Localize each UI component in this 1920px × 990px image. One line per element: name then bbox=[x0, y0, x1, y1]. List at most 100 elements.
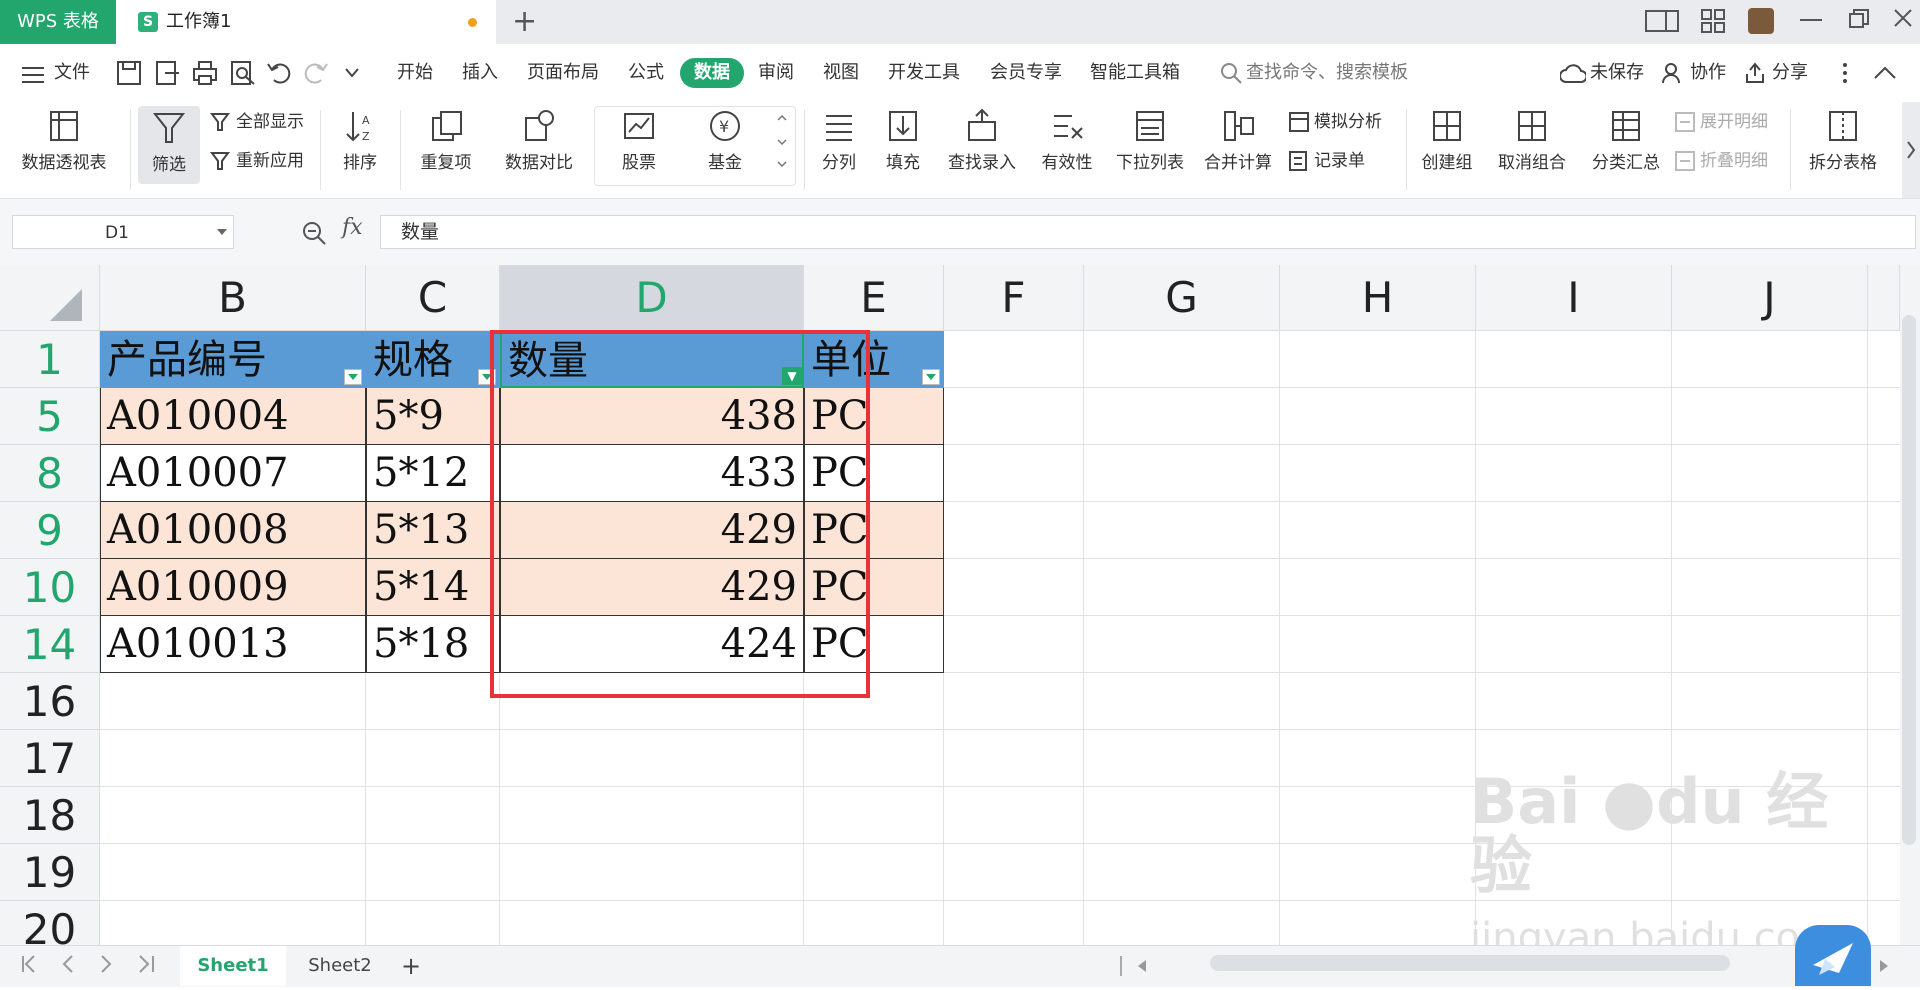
table-cell[interactable]: 5*14 bbox=[366, 559, 500, 616]
table-cell[interactable]: A010004 bbox=[100, 388, 366, 445]
filter-dropdown-icon[interactable] bbox=[344, 369, 362, 385]
row-header[interactable]: 10 bbox=[0, 559, 100, 616]
menu-start[interactable]: 开始 bbox=[397, 44, 433, 102]
user-avatar[interactable] bbox=[1748, 8, 1774, 34]
table-cell[interactable]: 5*13 bbox=[366, 502, 500, 559]
row-header[interactable]: 9 bbox=[0, 502, 100, 559]
table-cell[interactable]: A010009 bbox=[100, 559, 366, 616]
floating-assistant-icon[interactable] bbox=[1795, 925, 1871, 986]
funds-button[interactable]: ¥ 基金 bbox=[690, 108, 760, 173]
column-header[interactable] bbox=[1868, 265, 1900, 331]
menu-insert[interactable]: 插入 bbox=[462, 44, 498, 102]
row-header[interactable]: 14 bbox=[0, 616, 100, 673]
document-tab[interactable]: S 工作簿1 bbox=[116, 0, 496, 44]
fx-button[interactable]: fx bbox=[342, 215, 363, 240]
table-cell[interactable]: A010007 bbox=[100, 445, 366, 502]
scroll-split-handle-icon[interactable] bbox=[1118, 956, 1124, 976]
menu-member[interactable]: 会员专享 bbox=[990, 44, 1062, 102]
menu-smart-toolbox[interactable]: 智能工具箱 bbox=[1090, 44, 1180, 102]
menu-view[interactable]: 视图 bbox=[823, 44, 859, 102]
row-header[interactable]: 1 bbox=[0, 331, 100, 388]
grid-apps-icon[interactable] bbox=[1700, 8, 1726, 34]
wps-app-tab[interactable]: WPS 表格 bbox=[0, 0, 116, 44]
record-form-button[interactable]: 记录单 bbox=[1288, 149, 1365, 173]
validity-button[interactable]: 有效性 bbox=[1032, 108, 1102, 173]
split-column-button[interactable]: 分列 bbox=[812, 108, 866, 173]
worksheet-grid[interactable]: B C D E F G H I J 1 5 8 9 10 14 16 17 18… bbox=[0, 265, 1920, 945]
command-search-input[interactable]: 查找命令、搜索模板 bbox=[1246, 44, 1408, 102]
table-cell[interactable]: A010008 bbox=[100, 502, 366, 559]
row-header[interactable]: 19 bbox=[0, 844, 100, 901]
menu-formula[interactable]: 公式 bbox=[628, 44, 664, 102]
column-header[interactable]: F bbox=[944, 265, 1084, 331]
next-sheet-icon[interactable] bbox=[100, 954, 114, 974]
reapply-button[interactable]: 重新应用 bbox=[210, 149, 304, 173]
collaborate-button[interactable]: 协作 bbox=[1690, 44, 1726, 102]
minimize-icon[interactable] bbox=[1800, 18, 1822, 22]
ungroup-button[interactable]: 取消组合 bbox=[1488, 108, 1576, 173]
menu-review[interactable]: 审阅 bbox=[758, 44, 794, 102]
file-menu[interactable]: 文件 bbox=[54, 44, 90, 102]
column-header-selected[interactable]: D bbox=[500, 265, 804, 331]
column-header[interactable]: G bbox=[1084, 265, 1280, 331]
sort-button[interactable]: AZ 排序 bbox=[330, 108, 390, 173]
pivot-table-button[interactable]: 数据透视表 bbox=[16, 108, 112, 173]
row-header[interactable]: 17 bbox=[0, 730, 100, 787]
menu-developer[interactable]: 开发工具 bbox=[888, 44, 960, 102]
expand-detail-button[interactable]: 展开明细 bbox=[1674, 110, 1768, 134]
name-box-dropdown-icon[interactable] bbox=[217, 229, 227, 237]
menu-data[interactable]: 数据 bbox=[680, 58, 744, 88]
column-header[interactable]: B bbox=[100, 265, 366, 331]
filter-dropdown-icon[interactable] bbox=[922, 369, 940, 385]
simulate-analysis-button[interactable]: 模拟分析 bbox=[1288, 110, 1382, 134]
column-header[interactable]: C bbox=[366, 265, 500, 331]
row-header[interactable]: 20 bbox=[0, 901, 100, 945]
sheet-tab[interactable]: Sheet2 bbox=[290, 946, 390, 986]
restore-icon[interactable] bbox=[1848, 8, 1870, 30]
horizontal-scroll-thumb[interactable] bbox=[1210, 955, 1730, 971]
add-sheet-button[interactable]: + bbox=[396, 946, 426, 986]
consolidate-button[interactable]: 合并计算 bbox=[1198, 108, 1278, 173]
table-cell[interactable]: A010013 bbox=[100, 616, 366, 673]
column-header[interactable]: J bbox=[1672, 265, 1868, 331]
collapse-detail-button[interactable]: 折叠明细 bbox=[1674, 149, 1768, 173]
quick-access-dropdown-icon[interactable] bbox=[345, 68, 371, 94]
first-sheet-icon[interactable] bbox=[20, 954, 38, 974]
zoom-formula-icon[interactable] bbox=[302, 221, 326, 245]
lookup-entry-button[interactable]: 查找录入 bbox=[942, 108, 1022, 173]
share-button[interactable]: 分享 bbox=[1772, 44, 1808, 102]
select-all-corner[interactable] bbox=[0, 265, 100, 331]
table-cell[interactable]: 5*12 bbox=[366, 445, 500, 502]
create-group-button[interactable]: 创建组 bbox=[1414, 108, 1480, 173]
save-icon[interactable] bbox=[116, 60, 142, 86]
formula-input[interactable]: 数量 bbox=[380, 215, 1916, 249]
menu-page-layout[interactable]: 页面布局 bbox=[527, 44, 599, 102]
gallery-scroll-icon[interactable] bbox=[776, 112, 788, 172]
new-tab-button[interactable]: + bbox=[512, 4, 537, 40]
last-sheet-icon[interactable] bbox=[138, 954, 156, 974]
table-header-cell[interactable]: 产品编号 bbox=[100, 331, 366, 388]
column-header[interactable]: E bbox=[804, 265, 944, 331]
undo-icon[interactable] bbox=[266, 60, 292, 86]
row-header[interactable]: 5 bbox=[0, 388, 100, 445]
sheet-tab-active[interactable]: Sheet1 bbox=[180, 946, 286, 986]
prev-sheet-icon[interactable] bbox=[60, 954, 74, 974]
filter-button[interactable]: 筛选 bbox=[138, 106, 200, 184]
fill-button[interactable]: 填充 bbox=[876, 108, 930, 173]
unsaved-status[interactable]: 未保存 bbox=[1590, 44, 1644, 102]
export-icon[interactable] bbox=[155, 60, 181, 86]
show-all-button[interactable]: 全部显示 bbox=[210, 110, 304, 134]
table-cell[interactable]: 5*18 bbox=[366, 616, 500, 673]
print-icon[interactable] bbox=[192, 60, 218, 86]
row-header[interactable]: 18 bbox=[0, 787, 100, 844]
collapse-ribbon-icon[interactable] bbox=[1874, 66, 1900, 92]
subtotal-button[interactable]: 分类汇总 bbox=[1586, 108, 1666, 173]
ribbon-scroll-right[interactable] bbox=[1902, 102, 1920, 198]
scroll-left-icon[interactable] bbox=[1138, 960, 1148, 972]
column-header[interactable]: H bbox=[1280, 265, 1476, 331]
close-icon[interactable] bbox=[1893, 8, 1913, 28]
name-box[interactable]: D1 bbox=[12, 215, 234, 249]
column-header[interactable]: I bbox=[1476, 265, 1672, 331]
stocks-button[interactable]: 股票 bbox=[604, 108, 674, 173]
row-header[interactable]: 16 bbox=[0, 673, 100, 730]
